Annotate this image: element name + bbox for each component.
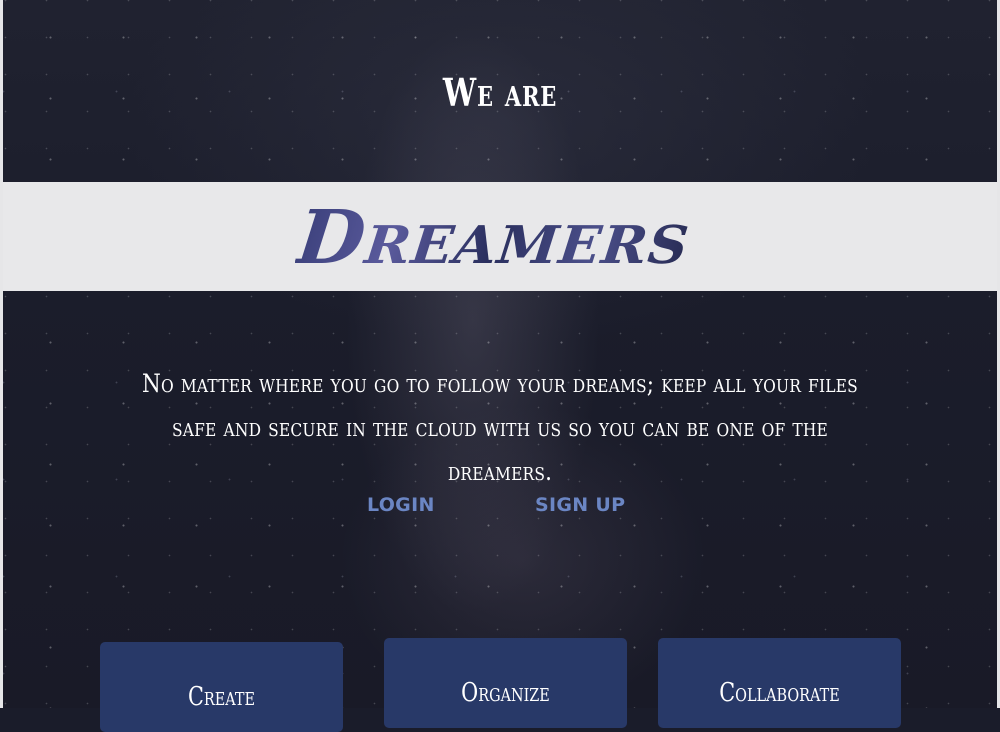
- hero-heading: We are: [442, 70, 558, 115]
- login-link[interactable]: LOGIN: [367, 494, 435, 516]
- brand-name: Dreamers: [293, 194, 695, 281]
- feature-card-label: Collaborate: [719, 678, 840, 708]
- feature-card-create[interactable]: Create: [100, 642, 343, 732]
- brand-wordmark: Dreamers: [0, 183, 1000, 292]
- hero-tagline: No matter where you go to follow your dr…: [142, 369, 858, 486]
- feature-card-collaborate[interactable]: Collaborate: [658, 638, 901, 728]
- feature-card-organize[interactable]: Organize: [384, 638, 627, 728]
- feature-card-label: Organize: [461, 678, 550, 708]
- signup-link[interactable]: SIGN UP: [535, 494, 625, 516]
